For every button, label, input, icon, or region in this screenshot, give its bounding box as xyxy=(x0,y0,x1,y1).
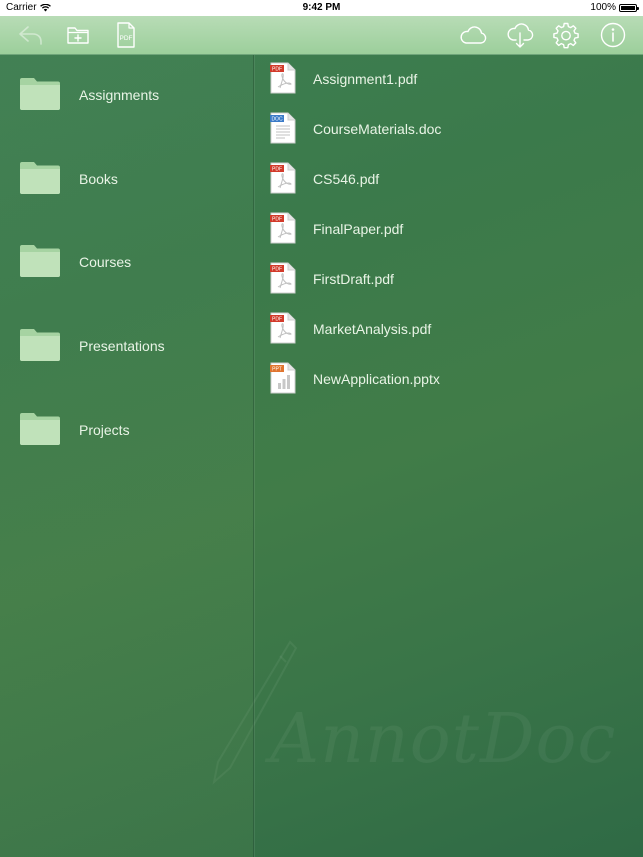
file-type-badge: DOC xyxy=(271,117,283,123)
file-name: CS546.pdf xyxy=(313,171,380,187)
file-name: MarketAnalysis.pdf xyxy=(313,321,432,337)
folder-row-books[interactable]: Books xyxy=(0,149,253,209)
folder-label: Courses xyxy=(79,254,132,270)
info-icon xyxy=(600,22,626,48)
file-row-assignment1[interactable]: PDF Assignment1.pdf xyxy=(254,59,643,99)
folder-label: Presentations xyxy=(79,338,165,354)
file-row-cs546[interactable]: PDF CS546.pdf xyxy=(254,159,643,199)
file-type-badge: PDF xyxy=(272,167,282,173)
status-bar: Carrier 9:42 PM 100% xyxy=(0,0,643,16)
file-name: NewApplication.pptx xyxy=(313,371,440,387)
toolbar: PDF xyxy=(0,16,643,55)
folder-icon xyxy=(20,78,60,110)
file-row-finalpaper[interactable]: PDF FinalPaper.pdf xyxy=(254,209,643,249)
new-folder-icon xyxy=(67,27,89,44)
new-folder-button[interactable] xyxy=(63,20,93,50)
pdf-icon-label: PDF xyxy=(120,35,133,42)
folder-label: Assignments xyxy=(79,87,160,103)
file-row-marketanalysis[interactable]: PDF MarketAnalysis.pdf xyxy=(254,309,643,349)
file-type-badge: PDF xyxy=(272,267,282,273)
folder-row-projects[interactable]: Projects xyxy=(0,400,253,460)
file-type-badge: PPT xyxy=(272,367,282,373)
back-button[interactable] xyxy=(16,20,46,50)
file-row-firstdraft[interactable]: PDF FirstDraft.pdf xyxy=(254,259,643,299)
folder-label: Books xyxy=(79,171,118,187)
file-name: Assignment1.pdf xyxy=(313,71,418,87)
battery-icon xyxy=(619,4,639,12)
cloud-download-icon xyxy=(507,23,534,48)
cloud-button[interactable] xyxy=(458,20,488,50)
file-row-coursematerials[interactable]: DOC CourseMaterials.doc xyxy=(254,109,643,149)
settings-button[interactable] xyxy=(551,20,581,50)
battery-indicator: 100% xyxy=(590,0,639,16)
battery-percent: 100% xyxy=(590,2,616,13)
folder-row-courses[interactable]: Courses xyxy=(0,232,253,292)
file-name: CourseMaterials.doc xyxy=(313,121,442,137)
file-row-newapplication[interactable]: PPT NewApplication.pptx xyxy=(254,359,643,399)
cloud-icon xyxy=(460,26,487,44)
file-name: FirstDraft.pdf xyxy=(313,271,394,287)
file-name: FinalPaper.pdf xyxy=(313,221,404,237)
folder-icon xyxy=(20,162,60,194)
doc-file-icon: DOC xyxy=(270,112,296,144)
file-type-badge: PDF xyxy=(272,317,282,323)
battery-level xyxy=(621,6,635,10)
pdf-file-icon: PDF xyxy=(270,262,296,294)
clock: 9:42 PM xyxy=(302,2,341,13)
pdf-document-icon: PDF xyxy=(117,22,135,48)
folder-icon xyxy=(20,413,60,445)
gear-icon xyxy=(553,22,579,49)
cloud-download-button[interactable] xyxy=(505,20,535,50)
file-type-badge: PDF xyxy=(272,217,282,223)
pdf-file-icon: PDF xyxy=(270,62,296,94)
back-arrow-icon xyxy=(19,26,42,45)
ppt-file-icon: PPT xyxy=(270,362,296,394)
folder-icon xyxy=(20,329,60,361)
file-type-badge: PDF xyxy=(272,67,282,73)
info-button[interactable] xyxy=(598,20,628,50)
folder-icon xyxy=(20,245,60,277)
pdf-button[interactable]: PDF xyxy=(111,20,141,50)
pdf-file-icon: PDF xyxy=(270,312,296,344)
pdf-file-icon: PDF xyxy=(270,162,296,194)
folder-label: Projects xyxy=(79,422,130,438)
pdf-file-icon: PDF xyxy=(270,212,296,244)
folder-row-assignments[interactable]: Assignments xyxy=(0,65,253,125)
app-watermark: AnnotDoc xyxy=(270,700,617,779)
folder-row-presentations[interactable]: Presentations xyxy=(0,316,253,376)
